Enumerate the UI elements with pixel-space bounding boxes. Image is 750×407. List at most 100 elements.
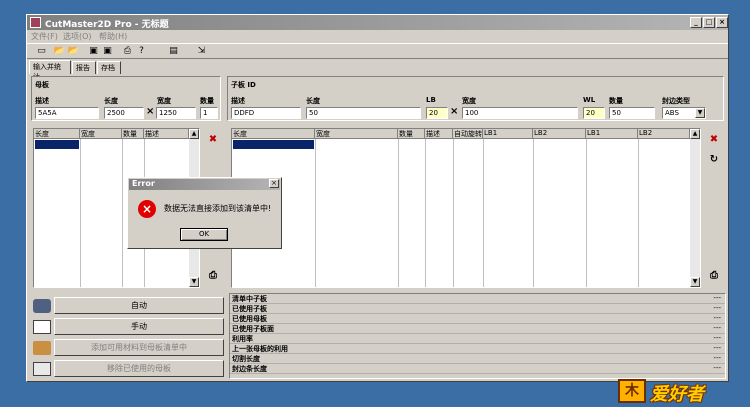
print-child-icon[interactable]: ⎙	[706, 268, 722, 284]
new-file-icon[interactable]: ▭	[35, 45, 48, 58]
add-stock-button[interactable]: 添加可用材料到母板清单中	[54, 339, 224, 356]
remove-used-board-button[interactable]: 移除已使用的母板	[54, 360, 224, 377]
dialog-message: 数据无法直接添加到该清单中!	[164, 204, 272, 213]
auto-button[interactable]: 自动	[54, 297, 224, 314]
tab-archive[interactable]: 存档	[97, 61, 121, 74]
watermark-logo: 木 爱好者	[618, 377, 746, 405]
dialog-close-icon[interactable]: ×	[269, 179, 279, 188]
child-col-autorotate[interactable]: 自动旋转	[453, 129, 483, 139]
mother-width-input[interactable]: 1250	[156, 107, 196, 119]
scroll-down-icon[interactable]: ▼	[189, 277, 199, 287]
toolbar: ▭ 📂 📂 ▣ ▣ ⎙ ? ▤ ⇲	[27, 43, 728, 59]
auto-icon	[33, 299, 51, 313]
child-grid[interactable]: 长度 宽度 数量 描述 自动旋转 LB1 LB2 LB1 LB2 ▲ ▼	[231, 128, 701, 288]
child-lb-label: LB	[426, 96, 436, 104]
save-icon[interactable]: ▣	[87, 45, 100, 58]
stat-edge-length: 封边条长度 ---	[230, 364, 725, 374]
stats-panel: 清单中子板 --- 已使用子板 --- 已使用母板 --- 已使用子板面 --- 利用率…	[229, 293, 726, 379]
child-col-lb2[interactable]: LB2	[533, 129, 586, 139]
stat-parts-in-list: 清单中子板 ---	[230, 294, 725, 304]
child-length-input[interactable]: 50	[306, 107, 421, 119]
mother-col-desc[interactable]: 描述	[144, 129, 189, 139]
mother-width-label: 宽度	[157, 97, 171, 105]
minimize-button[interactable]: _	[690, 17, 702, 28]
child-width-label: 宽度	[462, 97, 476, 105]
mother-desc-input[interactable]: 5A5A	[35, 107, 99, 119]
chevron-down-icon[interactable]: ▼	[695, 108, 705, 118]
child-desc-label: 描述	[231, 97, 245, 105]
mother-board-panel: 母板 描述 长度 宽度 数量 5A5A 2500 × 1250 1	[31, 76, 221, 121]
ok-button[interactable]: OK	[180, 228, 228, 241]
child-lb-input[interactable]: 20	[426, 107, 448, 119]
mother-col-length[interactable]: 长度	[34, 129, 80, 139]
open-folder2-icon[interactable]: 📂	[67, 45, 80, 58]
manual-button[interactable]: 手动	[54, 318, 224, 335]
stat-used-boards: 已使用母板 ---	[230, 314, 725, 324]
title-bar: CutMaster2D Pro - 无标题 _ □ ×	[27, 15, 728, 30]
child-col-width[interactable]: 宽度	[315, 129, 398, 139]
child-board-panel: 子板 ID 描述 长度 LB 宽度 WL 数量 封边类型 DDFD 50 20 …	[227, 76, 724, 121]
refresh-icon[interactable]: ↻	[706, 152, 722, 168]
selected-cell[interactable]	[35, 140, 79, 149]
menu-options[interactable]: 选项(O)	[63, 31, 92, 42]
calculator-icon[interactable]: ▤	[167, 45, 180, 58]
mother-length-input[interactable]: 2500	[104, 107, 144, 119]
mother-qty-label: 数量	[200, 97, 214, 105]
child-col-lb1b[interactable]: LB1	[586, 129, 638, 139]
mother-qty-input[interactable]: 1	[200, 107, 218, 119]
multiply-icon: ×	[146, 106, 155, 117]
manual-icon	[33, 320, 51, 334]
child-heading: 子板 ID	[231, 81, 256, 89]
selected-cell[interactable]	[233, 140, 314, 149]
remove-board-icon	[33, 362, 51, 376]
child-qty-label: 数量	[609, 97, 623, 105]
mother-col-qty[interactable]: 数量	[122, 129, 144, 139]
child-col-lb2b[interactable]: LB2	[638, 129, 690, 139]
multiply-icon: ×	[450, 106, 459, 117]
tab-input[interactable]: 输入并统计	[29, 60, 71, 81]
mother-length-label: 长度	[104, 97, 118, 105]
mother-desc-label: 描述	[35, 97, 49, 105]
exit-icon[interactable]: ⇲	[195, 45, 208, 58]
dialog-title: Error	[129, 179, 280, 190]
stat-cut-length: 切割长度 ---	[230, 354, 725, 364]
delete-mother-icon[interactable]: ✖	[205, 132, 221, 148]
child-col-desc[interactable]: 描述	[425, 129, 453, 139]
save-as-icon[interactable]: ▣	[101, 45, 114, 58]
open-folder-icon[interactable]: 📂	[53, 45, 66, 58]
add-stock-icon	[33, 341, 51, 355]
close-button[interactable]: ×	[716, 17, 728, 28]
stat-last-board-util: 上一张母板的利用 ---	[230, 344, 725, 354]
logo-text: 爱好者	[650, 384, 704, 405]
menu-bar: 文件(F) 选项(O) 帮助(H)	[27, 30, 728, 42]
stat-used-area: 已使用子板面 ---	[230, 324, 725, 334]
scroll-up-icon[interactable]: ▲	[690, 129, 700, 139]
child-qty-input[interactable]: 50	[609, 107, 655, 119]
scroll-up-icon[interactable]: ▲	[189, 129, 199, 139]
child-desc-input[interactable]: DDFD	[231, 107, 301, 119]
child-col-qty[interactable]: 数量	[398, 129, 425, 139]
error-icon: ×	[138, 200, 156, 218]
print-mother-icon[interactable]: ⎙	[205, 268, 221, 284]
scroll-down-icon[interactable]: ▼	[690, 277, 700, 287]
child-wl-input[interactable]: 20	[583, 107, 605, 119]
logo-mark: 木	[618, 379, 646, 403]
menu-help[interactable]: 帮助(H)	[99, 31, 127, 42]
error-dialog: Error × × 数据无法直接添加到该清单中! OK	[127, 177, 282, 249]
print-icon[interactable]: ⎙	[121, 45, 134, 58]
window-title: CutMaster2D Pro - 无标题	[45, 20, 169, 30]
stat-utilization: 利用率 ---	[230, 334, 725, 344]
child-col-length[interactable]: 长度	[232, 129, 315, 139]
maximize-button[interactable]: □	[703, 17, 715, 28]
child-edge-label: 封边类型	[662, 97, 690, 105]
child-width-input[interactable]: 100	[462, 107, 578, 119]
child-col-lb1[interactable]: LB1	[483, 129, 533, 139]
delete-child-icon[interactable]: ✖	[706, 132, 722, 148]
tab-report[interactable]: 报告	[72, 61, 96, 74]
help-icon[interactable]: ?	[135, 45, 148, 58]
child-scrollbar[interactable]: ▲ ▼	[690, 129, 700, 287]
mother-col-width[interactable]: 宽度	[80, 129, 122, 139]
app-icon	[30, 17, 41, 28]
child-length-label: 长度	[306, 97, 320, 105]
menu-file[interactable]: 文件(F)	[31, 31, 58, 42]
